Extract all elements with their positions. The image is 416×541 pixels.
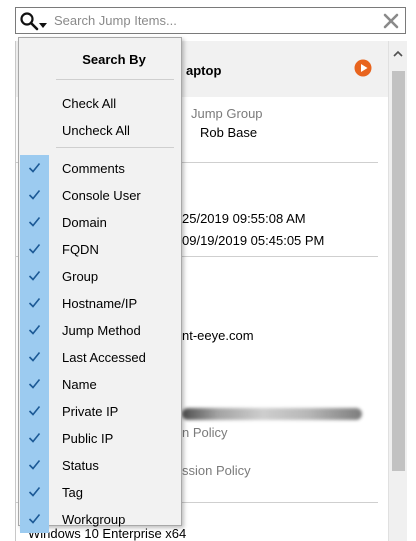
menu-item-label: Workgroup bbox=[62, 512, 126, 527]
menu-separator bbox=[56, 79, 174, 80]
menu-item-label: Hostname/IP bbox=[62, 296, 138, 311]
menu-item-label: FQDN bbox=[62, 242, 99, 257]
detail-title: aptop bbox=[186, 63, 222, 78]
check-icon bbox=[28, 513, 41, 524]
session-policy-label: ssion Policy bbox=[182, 463, 251, 478]
play-icon[interactable] bbox=[353, 58, 373, 78]
last-accessed-value: 25/2019 09:55:08 AM bbox=[182, 211, 306, 226]
menu-item-jump-method[interactable]: Jump Method bbox=[20, 317, 180, 344]
hostname-value: nt-eeye.com bbox=[182, 328, 254, 343]
menu-item-name[interactable]: Name bbox=[20, 371, 180, 398]
uncheck-all-label: Uncheck All bbox=[62, 123, 130, 138]
scrollbar[interactable] bbox=[388, 41, 407, 541]
check-icon bbox=[28, 405, 41, 416]
jump-group-value: Rob Base bbox=[200, 125, 258, 140]
menu-item-label: Console User bbox=[62, 188, 141, 203]
menu-heading: Search By bbox=[82, 52, 146, 67]
check-icon bbox=[28, 324, 41, 335]
check-icon bbox=[28, 486, 41, 497]
check-icon bbox=[28, 351, 41, 362]
menu-item-label: Jump Method bbox=[62, 323, 141, 338]
search-by-dropdown: Search By Check All Uncheck All Comments… bbox=[18, 37, 182, 533]
menu-item-private-ip[interactable]: Private IP bbox=[20, 398, 180, 425]
check-icon bbox=[28, 189, 41, 200]
uncheck-all-button[interactable]: Uncheck All bbox=[20, 117, 180, 144]
menu-item-hostname-ip[interactable]: Hostname/IP bbox=[20, 290, 180, 317]
search-bar bbox=[15, 7, 406, 34]
menu-item-fqdn[interactable]: FQDN bbox=[20, 236, 180, 263]
jump-group-label: Jump Group bbox=[191, 106, 263, 121]
check-icon bbox=[28, 378, 41, 389]
scroll-up-icon[interactable] bbox=[392, 49, 404, 59]
check-all-label: Check All bbox=[62, 96, 117, 111]
check-icon bbox=[28, 459, 41, 470]
scroll-thumb[interactable] bbox=[392, 71, 405, 471]
search-input[interactable] bbox=[54, 10, 374, 31]
menu-item-domain[interactable]: Domain bbox=[20, 209, 180, 236]
created-value: 09/19/2019 05:45:05 PM bbox=[182, 233, 325, 248]
menu-item-console-user[interactable]: Console User bbox=[20, 182, 180, 209]
menu-item-workgroup[interactable]: Workgroup bbox=[20, 506, 180, 533]
menu-item-label: Name bbox=[62, 377, 97, 392]
check-icon bbox=[28, 270, 41, 281]
menu-item-label: Private IP bbox=[62, 404, 119, 419]
redacted-text bbox=[182, 408, 362, 420]
menu-item-label: Comments bbox=[62, 161, 125, 176]
menu-item-last-accessed[interactable]: Last Accessed bbox=[20, 344, 180, 371]
menu-item-public-ip[interactable]: Public IP bbox=[20, 425, 180, 452]
menu-item-tag[interactable]: Tag bbox=[20, 479, 180, 506]
search-icon[interactable] bbox=[19, 11, 53, 31]
menu-separator bbox=[56, 147, 174, 148]
menu-item-label: Last Accessed bbox=[62, 350, 146, 365]
menu-item-label: Status bbox=[62, 458, 99, 473]
check-icon bbox=[28, 243, 41, 254]
menu-item-label: Domain bbox=[62, 215, 107, 230]
menu-item-group[interactable]: Group bbox=[20, 263, 180, 290]
clear-icon[interactable] bbox=[381, 11, 401, 31]
menu-item-comments[interactable]: Comments bbox=[20, 155, 180, 182]
menu-item-label: Tag bbox=[62, 485, 83, 500]
check-icon bbox=[28, 297, 41, 308]
menu-item-label: Group bbox=[62, 269, 99, 284]
policy-label: n Policy bbox=[182, 425, 228, 440]
menu-item-label: Public IP bbox=[62, 431, 114, 446]
check-all-button[interactable]: Check All bbox=[20, 90, 180, 117]
check-icon bbox=[28, 216, 41, 227]
menu-item-status[interactable]: Status bbox=[20, 452, 180, 479]
check-icon bbox=[28, 432, 41, 443]
check-icon bbox=[28, 162, 41, 173]
